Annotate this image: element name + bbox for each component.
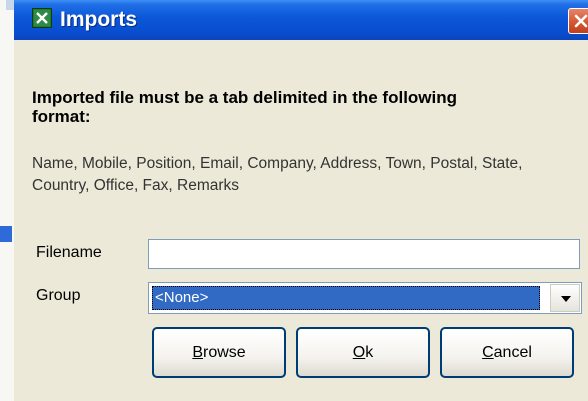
group-label: Group: [36, 287, 81, 304]
desktop-background: [0, 0, 14, 401]
group-select[interactable]: <None>: [148, 282, 582, 314]
title-bar[interactable]: Imports: [14, 0, 588, 40]
format-heading: Imported file must be a tab delimited in…: [32, 88, 458, 126]
filename-label: Filename: [36, 244, 102, 261]
imports-dialog: Imports Imported file must be a tab deli…: [14, 0, 588, 401]
browse-mnemonic: B: [192, 343, 203, 361]
group-selected-value[interactable]: <None>: [152, 286, 540, 310]
chevron-down-icon: [561, 296, 571, 302]
close-icon: [574, 14, 588, 28]
browse-button[interactable]: Browse: [152, 327, 286, 378]
close-button[interactable]: [568, 8, 588, 34]
cancel-button[interactable]: Cancel: [440, 327, 574, 378]
window-title: Imports: [60, 8, 138, 31]
ok-label: k: [365, 343, 374, 361]
spreadsheet-icon: [32, 8, 52, 28]
ok-button[interactable]: Ok: [296, 327, 430, 378]
filename-input[interactable]: [148, 239, 580, 269]
cancel-mnemonic: C: [482, 343, 494, 361]
browse-label: rowse: [202, 343, 246, 361]
desktop-fragment: [6, 0, 14, 10]
ok-mnemonic: O: [352, 343, 366, 361]
desktop-selection-fragment: [0, 226, 12, 242]
cancel-label: ancel: [493, 343, 532, 361]
dropdown-arrow-button[interactable]: [550, 284, 580, 312]
format-fields: Name, Mobile, Position, Email, Company, …: [32, 155, 523, 194]
